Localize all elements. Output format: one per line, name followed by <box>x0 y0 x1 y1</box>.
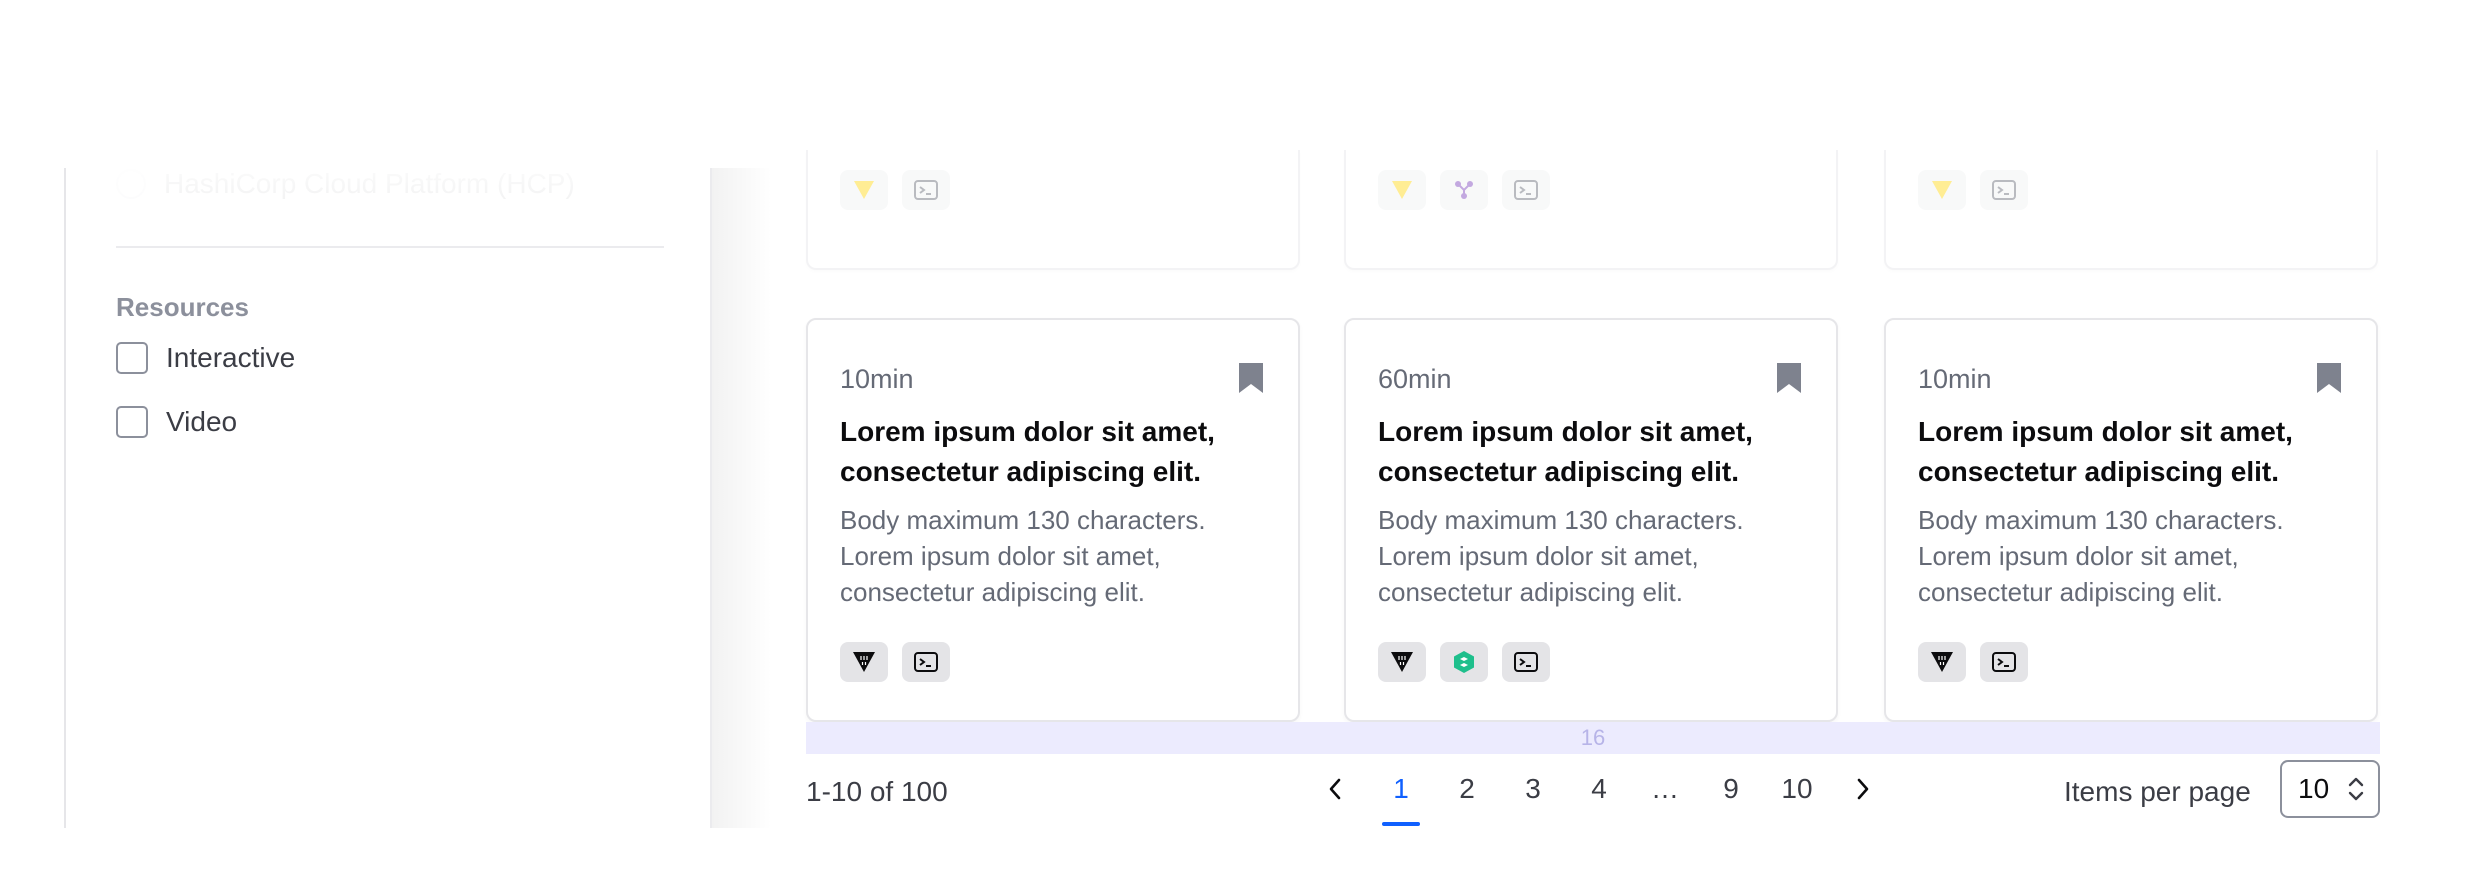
items-per-page-value: 10 <box>2298 773 2330 804</box>
tutorial-card[interactable]: 10min Lorem ipsum dolor sit amet, consec… <box>1884 318 2378 722</box>
interactive-checkbox[interactable] <box>116 342 148 374</box>
vault-icon <box>1378 642 1426 682</box>
terraform-icon <box>1440 170 1488 210</box>
vault-icon <box>840 170 888 210</box>
terminal-icon <box>902 642 950 682</box>
card-body: Body maximum 130 characters. Lorem ipsum… <box>1378 505 1744 607</box>
tutorial-card-faded[interactable] <box>1884 150 2378 270</box>
consul-icon <box>1440 642 1488 682</box>
card-duration: 10min <box>840 364 914 394</box>
terminal-icon <box>1980 642 2028 682</box>
page-button-9[interactable]: 9 <box>1698 760 1764 818</box>
tutorial-card-faded[interactable] <box>1344 150 1838 270</box>
product-badges <box>840 642 950 682</box>
terminal-icon <box>1980 170 2028 210</box>
card-title: Lorem ipsum dolor sit amet, consectetur … <box>1918 416 2293 487</box>
items-per-page-label: Items per page <box>2064 776 2251 807</box>
tutorial-card[interactable]: 10min Lorem ipsum dolor sit amet, consec… <box>806 318 1300 722</box>
pagination-range: 1-10 of 100 <box>806 776 948 807</box>
filter-sidebar: HashiCorp Cloud Platform (HCP) Resources… <box>64 168 712 828</box>
filter-option-label: Interactive <box>166 342 296 373</box>
vault-icon <box>1918 642 1966 682</box>
sidebar-shadow <box>712 168 772 828</box>
terminal-icon <box>902 170 950 210</box>
bookmark-icon[interactable] <box>1776 362 1802 394</box>
product-badges <box>1378 170 1550 210</box>
terminal-icon <box>1502 170 1550 210</box>
page-ellipsis: … <box>1651 773 1679 804</box>
page-button-2[interactable]: 2 <box>1434 760 1500 818</box>
filter-option-video[interactable]: Video <box>116 406 237 438</box>
vault-icon <box>1378 170 1426 210</box>
items-per-page-select[interactable]: 10 <box>2280 760 2380 818</box>
sidebar-divider <box>116 246 664 248</box>
card-duration: 10min <box>1918 364 1992 394</box>
card-title: Lorem ipsum dolor sit amet, consectetur … <box>840 416 1215 487</box>
pagination: 1-10 of 100 1 2 3 4 … 9 10 Items per pag… <box>806 760 2380 826</box>
product-badges <box>1918 170 2028 210</box>
card-title: Lorem ipsum dolor sit amet, consectetur … <box>1378 416 1753 487</box>
page-button-4[interactable]: 4 <box>1566 760 1632 818</box>
filter-option-hcp[interactable]: HashiCorp Cloud Platform (HCP) <box>116 168 575 200</box>
card-body: Body maximum 130 characters. Lorem ipsum… <box>1918 505 2284 607</box>
video-checkbox[interactable] <box>116 406 148 438</box>
vault-icon <box>840 642 888 682</box>
filter-option-interactive[interactable]: Interactive <box>116 342 295 374</box>
page-button-10[interactable]: 10 <box>1764 760 1830 818</box>
filter-option-label: Video <box>166 406 238 437</box>
card-duration: 60min <box>1378 364 1452 394</box>
vault-icon <box>1918 170 1966 210</box>
chevron-right-icon <box>1857 778 1869 800</box>
page-nav: 1 2 3 4 … 9 10 <box>1302 760 1896 826</box>
tutorial-card-faded[interactable] <box>806 150 1300 270</box>
spacing-indicator: 16 <box>806 722 2380 754</box>
product-badges <box>1378 642 1550 682</box>
card-body: Body maximum 130 characters. Lorem ipsum… <box>840 505 1206 607</box>
resources-section-title: Resources <box>116 292 249 322</box>
filter-option-label: HashiCorp Cloud Platform (HCP) <box>164 168 575 199</box>
bookmark-icon[interactable] <box>2316 362 2342 394</box>
product-badges <box>840 170 950 210</box>
chevron-updown-icon <box>2348 777 2364 801</box>
bookmark-icon[interactable] <box>1238 362 1264 394</box>
terminal-icon <box>1502 642 1550 682</box>
chevron-left-icon <box>1329 778 1341 800</box>
prev-page-button[interactable] <box>1302 760 1368 818</box>
hcp-radio[interactable] <box>116 169 146 199</box>
page-button-3[interactable]: 3 <box>1500 760 1566 818</box>
tutorial-card[interactable]: 60min Lorem ipsum dolor sit amet, consec… <box>1344 318 1838 722</box>
product-badges <box>1918 642 2028 682</box>
page-button-1[interactable]: 1 <box>1368 760 1434 826</box>
next-page-button[interactable] <box>1830 760 1896 818</box>
